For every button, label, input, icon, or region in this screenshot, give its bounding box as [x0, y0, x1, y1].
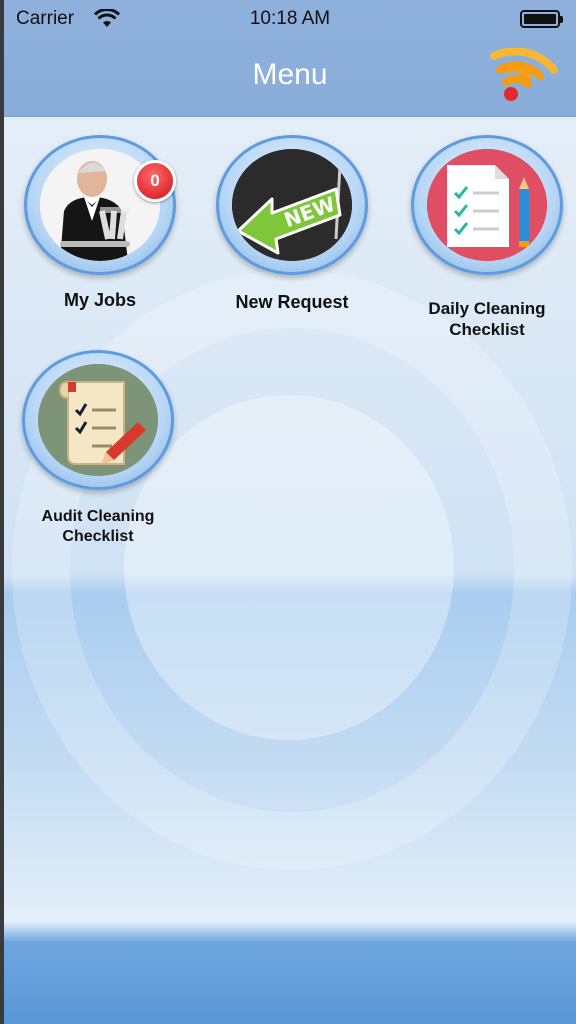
- checklist-pencil-icon: [427, 149, 547, 261]
- navigation-bar: Carrier 10:18 AM Menu: [4, 0, 576, 117]
- menu-item-label: My Jobs: [63, 290, 137, 310]
- menu-item-label: Audit Cleaning Checklist: [41, 508, 155, 545]
- status-bar: Carrier 10:18 AM: [4, 0, 576, 40]
- menu-item-my-jobs[interactable]: 0 My Jobs: [10, 135, 190, 315]
- menu-item-daily-cleaning-checklist[interactable]: Daily Cleaning Checklist: [397, 135, 576, 345]
- battery-icon: [520, 10, 563, 28]
- app-screen: Carrier 10:18 AM Menu 0 My Jobs NEW New …: [4, 0, 576, 1024]
- audit-checklist-icon: [38, 364, 158, 476]
- rss-feed-icon[interactable]: [488, 48, 560, 106]
- new-arrow-icon: NEW: [232, 149, 352, 261]
- menu-item-audit-cleaning-checklist[interactable]: Audit Cleaning Checklist: [8, 350, 188, 550]
- job-count-badge: 0: [134, 160, 176, 202]
- menu-item-label: New Request: [235, 292, 349, 312]
- clock: 10:18 AM: [249, 8, 331, 29]
- menu-item-new-request[interactable]: NEW New Request: [202, 135, 382, 315]
- menu-item-label: Daily Cleaning Checklist: [428, 299, 546, 339]
